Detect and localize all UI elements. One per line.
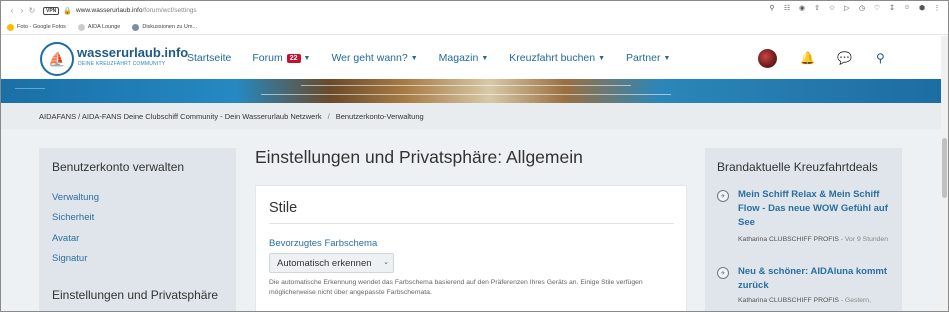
nav-label: Forum xyxy=(252,52,283,64)
search-icon[interactable]: ⚲ xyxy=(767,4,777,12)
nav-label: Partner xyxy=(626,52,661,64)
forward-icon[interactable]: › xyxy=(17,6,27,15)
deal-title[interactable]: Mein Schiff Relax & Mein Schiff Flow - D… xyxy=(738,188,893,230)
breadcrumb: AIDAFANS / AIDA-FANS Deine Clubschiff Co… xyxy=(1,103,941,129)
slider-dots xyxy=(15,88,45,89)
chevron-down-icon: ⌄ xyxy=(383,259,389,266)
deal-meta: Katharina CLUBSCHIFF PROFIS - Gestern, xyxy=(738,295,893,306)
sidebar-item-signatur[interactable]: Signatur xyxy=(52,253,87,264)
sidebar-title: Benutzerkonto verwalten xyxy=(52,160,185,174)
sidebar-section-title: Einstellungen und Privatsphäre xyxy=(52,288,219,302)
help-text: Die automatische Erkennung wendet das Fa… xyxy=(269,279,643,296)
clock-icon[interactable]: ◷ xyxy=(857,4,867,12)
nav-wer-geht-wann[interactable]: Wer geht wann? ▼ xyxy=(331,52,417,64)
nav-label: Kreuzfahrt buchen xyxy=(509,52,596,64)
color-scheme-select[interactable]: Automatisch erkennen ⌄ xyxy=(269,253,394,273)
deal-author[interactable]: Katharina CLUBSCHIFF PROFIS xyxy=(738,236,839,243)
deal-time: - Vor 9 Stunden xyxy=(840,236,888,243)
nav-startseite[interactable]: Startseite xyxy=(187,52,231,64)
forum-icon xyxy=(132,23,140,31)
nav-forum[interactable]: Forum 22 ▼ xyxy=(252,52,310,64)
breadcrumb-item-community[interactable]: AIDAFANS / AIDA-FANS Deine Clubschiff Co… xyxy=(39,112,322,121)
extension-icon[interactable]: ⬢ xyxy=(917,4,927,12)
select-value: Automatisch erkennen xyxy=(277,257,372,269)
sidebar-item-verwaltung[interactable]: Verwaltung xyxy=(52,192,99,203)
conversations-icon[interactable]: 💬 xyxy=(837,51,852,65)
chevron-down-icon: ▼ xyxy=(303,54,311,62)
sidebar-item-avatar[interactable]: Avatar xyxy=(52,233,79,244)
translate-icon[interactable]: ☷ xyxy=(782,4,792,12)
settings-section: Stile Bevorzugtes Farbschema Automatisch… xyxy=(255,185,687,311)
ship-logo-icon[interactable]: ⛵ xyxy=(40,42,74,76)
header-banner-image xyxy=(1,79,941,103)
chevron-down-icon: ▼ xyxy=(481,54,489,62)
address-bar: ‹ › ↻ VPN 🔒 www.wasserurlaub.info/forum/… xyxy=(1,1,948,20)
bookmark-google-fotos[interactable]: Foto - Google Fotos xyxy=(7,23,66,31)
camera-icon[interactable]: ◉ xyxy=(797,4,807,12)
chevron-down-icon: ▼ xyxy=(598,54,606,62)
section-divider xyxy=(269,223,674,224)
reload-icon[interactable]: ↻ xyxy=(27,6,37,15)
deals-title: Brandaktuelle Kreuzfahrtdeals xyxy=(717,160,878,174)
share-icon[interactable]: ⇧ xyxy=(812,4,822,12)
color-scheme-label: Bevorzugtes Farbschema xyxy=(269,238,378,249)
send-icon[interactable]: ▷ xyxy=(842,4,852,12)
menu-icon[interactable]: ⋮ xyxy=(932,4,942,12)
main-navigation: Startseite Forum 22 ▼ Wer geht wann? ▼ Maga… xyxy=(187,52,691,64)
chevron-down-icon: ▼ xyxy=(663,54,671,62)
bookmark-label: Diskussionen zu Um... xyxy=(142,24,198,30)
heart-icon[interactable]: ♡ xyxy=(872,4,882,12)
profile-icon[interactable]: ☺ xyxy=(902,4,912,12)
breadcrumb-separator: / xyxy=(327,111,330,121)
page-scrollbar[interactable] xyxy=(941,36,948,311)
logo-subtitle: DEINE KREUZFAHRT COMMUNITY xyxy=(78,61,166,67)
url-field[interactable]: www.wasserurlaub.info/forum/wcf/settings xyxy=(76,7,197,14)
deal-title[interactable]: Neu & schöner: AIDAluna kommt zurück xyxy=(738,265,893,293)
megaphone-icon: ✈ xyxy=(717,190,729,202)
nav-label: Startseite xyxy=(187,52,232,64)
deck-railing xyxy=(301,85,631,86)
bell-icon[interactable]: 🔔 xyxy=(800,51,815,65)
lock-icon[interactable]: 🔒 xyxy=(63,7,72,15)
page-title: Einstellungen und Privatsphäre: Allgemei… xyxy=(255,147,583,167)
bookmarks-bar: Foto - Google Fotos AIDA Lounge Diskussi… xyxy=(1,20,948,35)
account-sidebar: Benutzerkonto verwalten Verwaltung Siche… xyxy=(39,148,236,311)
logo-title[interactable]: wasserurlaub.info xyxy=(77,45,188,60)
bookmark-aida-lounge[interactable]: AIDA Lounge xyxy=(77,23,121,31)
deck-railing xyxy=(261,94,671,95)
nav-label: Wer geht wann? xyxy=(331,52,408,64)
section-title: Stile xyxy=(269,200,298,216)
deal-time: - Gestern, xyxy=(840,297,871,304)
search-icon[interactable]: ⚲ xyxy=(876,51,885,65)
sidebar-item-sicherheit[interactable]: Sicherheit xyxy=(52,212,94,223)
nav-label: Magazin xyxy=(438,52,479,64)
breadcrumb-item-account[interactable]: Benutzerkonto-Verwaltung xyxy=(336,112,424,121)
nav-partner[interactable]: Partner ▼ xyxy=(626,52,670,64)
scrollbar-thumb[interactable] xyxy=(942,138,947,198)
deal-meta: Katharina CLUBSCHIFF PROFIS - Vor 9 Stun… xyxy=(738,234,893,245)
bookmark-star-icon[interactable]: ☆ xyxy=(827,4,837,12)
nav-kreuzfahrt-buchen[interactable]: Kreuzfahrt buchen ▼ xyxy=(509,52,605,64)
bookmark-label: AIDA Lounge xyxy=(87,24,121,30)
download-icon[interactable]: ↧ xyxy=(887,4,897,12)
aida-lounge-icon xyxy=(77,23,85,31)
url-path: /forum/wcf/settings xyxy=(142,7,197,14)
browser-window: ‹ › ↻ VPN 🔒 www.wasserurlaub.info/forum/… xyxy=(0,0,949,312)
vpn-badge[interactable]: VPN xyxy=(43,6,60,15)
user-avatar[interactable] xyxy=(758,49,777,68)
bookmark-label: Foto - Google Fotos xyxy=(17,24,66,30)
deals-sidebar: Brandaktuelle Kreuzfahrtdeals ✈ Mein Sch… xyxy=(705,148,902,311)
nav-magazin[interactable]: Magazin ▼ xyxy=(439,52,489,64)
deal-author[interactable]: Katharina CLUBSCHIFF PROFIS xyxy=(738,297,839,304)
bookmark-diskussionen[interactable]: Diskussionen zu Um... xyxy=(132,23,198,31)
chevron-down-icon: ▼ xyxy=(410,54,418,62)
forum-count-badge: 22 xyxy=(286,53,301,63)
back-icon[interactable]: ‹ xyxy=(7,6,17,15)
google-photos-icon xyxy=(7,23,14,31)
url-host: www.wasserurlaub.info xyxy=(76,7,143,14)
megaphone-icon: ✈ xyxy=(717,267,729,279)
